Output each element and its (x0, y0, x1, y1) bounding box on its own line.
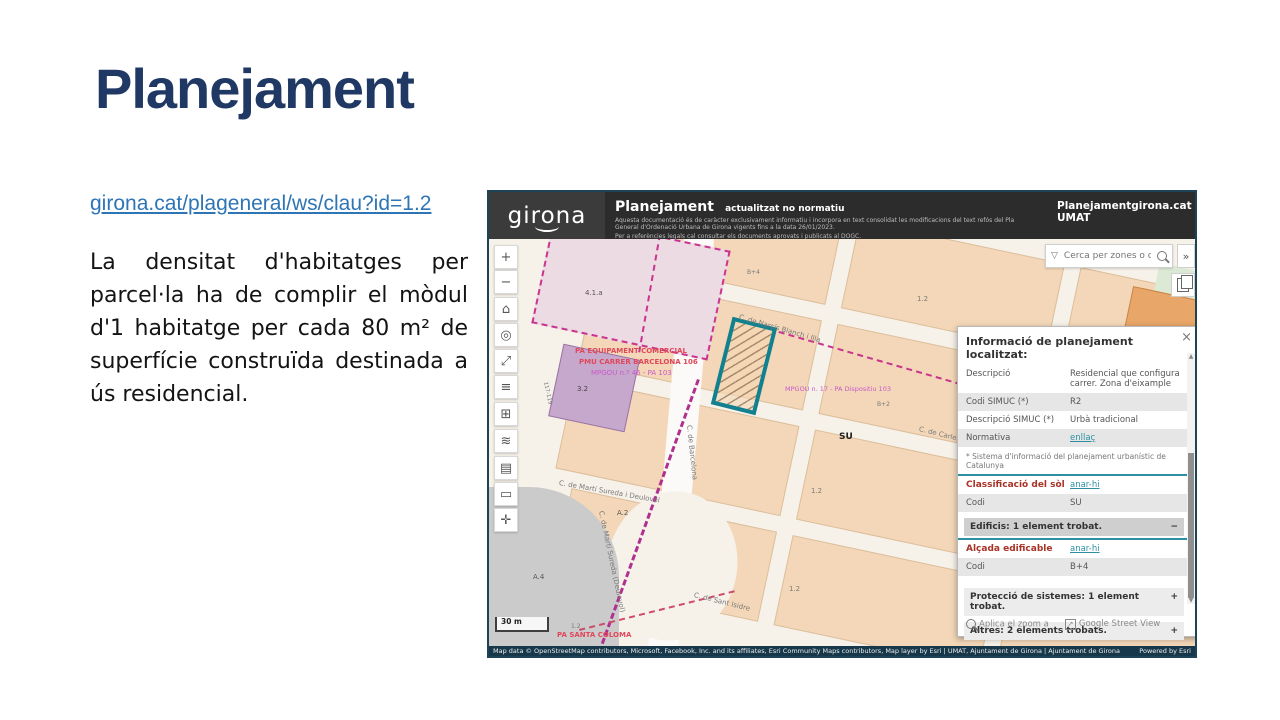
planning-annotation: MPGOU n. 17 - PA Dispositiu 103 (785, 385, 891, 393)
purple-parcel (548, 344, 640, 433)
page-title: Planejament (95, 56, 414, 121)
locate-button[interactable]: ◎ (494, 323, 518, 347)
full-extent-button[interactable]: ⤢ (494, 349, 518, 373)
zoom-out-button[interactable]: − (494, 270, 518, 294)
scroll-down-icon[interactable]: ▼ (1187, 597, 1195, 604)
zone-label-su: SU (839, 432, 853, 442)
print-button[interactable]: ▤ (494, 456, 518, 480)
search-icon[interactable] (1157, 251, 1167, 261)
planning-info-panel: Informació de planejament localitzat: × … (957, 326, 1195, 637)
expand-icon[interactable]: + (1170, 592, 1178, 612)
panel-row-classificacio: Classificació del sòl anar-hi (958, 474, 1195, 494)
zone-label: 4.1.a (585, 289, 603, 297)
header-link-planejament[interactable]: Planejament (1057, 200, 1131, 212)
map-canvas[interactable]: 4.1.a 3.2 A.2 A.4 SU 1.2 1.2 1.2 1.2 C. … (489, 239, 1195, 646)
zone-label: 1.2 (917, 295, 928, 303)
source-url-link[interactable]: girona.cat/plageneral/ws/clau?id=1.2 (90, 192, 431, 216)
panel-row-codi-sol: Codi SU (958, 494, 1195, 512)
attribution-text: Map data © OpenStreetMap contributors, M… (493, 647, 1120, 655)
disclaimer-line-1: Aquesta documentació és de caràcter excl… (615, 217, 1015, 231)
header-link-girona-cat[interactable]: girona.cat (1131, 200, 1191, 212)
scroll-up-icon[interactable]: ▲ (1187, 353, 1195, 360)
building-code-label: B+4 (747, 269, 760, 276)
girona-logo[interactable]: girona (489, 192, 605, 239)
zoom-to-icon (966, 619, 976, 629)
section-edificis[interactable]: Edificis: 1 element trobat. − (964, 518, 1184, 536)
panel-row-normativa: Normativa enllaç (958, 429, 1195, 447)
pan-button[interactable]: ✛ (494, 508, 518, 532)
map-app-screenshot: girona Planejament actualitzat no normat… (487, 190, 1197, 658)
section-proteccio[interactable]: Protecció de sistemes: 1 element trobat.… (964, 588, 1184, 616)
panel-footnote: * Sistema d'informació del planejament u… (958, 447, 1195, 474)
panel-title: Informació de planejament localitzat: (958, 327, 1195, 365)
zone-label: A.2 (617, 509, 628, 517)
panel-row-alcada: Alçada edificable anar-hi (958, 538, 1195, 558)
planning-annotation: PMU CARRER BARCELONA 106 (579, 358, 698, 366)
search-expand-button[interactable]: » (1177, 244, 1195, 268)
powered-by-esri: Powered by Esri (1139, 647, 1191, 655)
panel-row-descripcio: Descripció Residencial que configura car… (958, 365, 1195, 393)
planning-annotation: PA SANTA COLOMA (557, 631, 631, 639)
home-button[interactable]: ⌂ (494, 297, 518, 321)
collapse-icon[interactable]: − (1170, 522, 1178, 532)
panel-row-codi-alcada: Codi B+4 (958, 558, 1195, 576)
legend-button[interactable]: ≡ (494, 375, 518, 399)
anar-hi-link[interactable]: anar-hi (1070, 480, 1182, 490)
anar-hi-link[interactable]: anar-hi (1070, 544, 1182, 554)
app-subtitle: actualitzat no normatiu (725, 204, 844, 214)
search-input[interactable] (1062, 250, 1153, 262)
search-box: ▽ (1045, 244, 1173, 268)
panel-row-descripcio-simuc: Descripció SIMUC (*) Urbà tradicional (958, 411, 1195, 429)
zone-label: 1.2 (811, 487, 822, 495)
google-street-view-link[interactable]: ↗Google Street View (1065, 619, 1160, 630)
body-paragraph: La densitat d'habitatges per parcel·la h… (90, 246, 468, 411)
map-scale-bar: 30 m (495, 617, 549, 632)
search-filter-icon[interactable]: ▽ (1051, 251, 1058, 261)
app-title: Planejament (615, 199, 714, 215)
external-link-icon: ↗ (1065, 619, 1076, 630)
pages-icon (1177, 278, 1189, 292)
zone-label: A.4 (533, 573, 544, 581)
panel-row-codi-simuc: Codi SIMUC (*) R2 (958, 393, 1195, 411)
basemap-toggle-button[interactable] (1171, 273, 1195, 297)
planning-annotation: MPGOU n.º 46 - PA 103 (591, 369, 672, 377)
building-code-label: 117-119 (542, 381, 553, 405)
basemap-button[interactable]: ⊞ (494, 402, 518, 426)
panel-footer: Aplica el zoom a ↗Google Street View (958, 613, 1195, 636)
panel-scrollbar[interactable]: ▲ ▼ (1187, 353, 1195, 604)
zoom-in-button[interactable]: + (494, 245, 518, 269)
close-icon[interactable]: × (1181, 332, 1192, 344)
app-header: girona Planejament actualitzat no normat… (489, 192, 1195, 239)
map-attribution-bar: Map data © OpenStreetMap contributors, M… (489, 646, 1195, 656)
header-link-umat[interactable]: UMAT (1057, 212, 1090, 224)
pink-planning-zone (531, 239, 730, 360)
presentation-slide: Planejament girona.cat/plageneral/ws/cla… (0, 0, 1280, 720)
header-right-links: Planejament girona.cat UMAT (1057, 200, 1185, 224)
building-code-label: B+2 (877, 401, 890, 408)
zone-label: 3.2 (577, 385, 588, 393)
normativa-link[interactable]: enllaç (1070, 433, 1182, 443)
apply-zoom-link[interactable]: Aplica el zoom a (966, 619, 1049, 630)
zone-label: 1.2 (571, 623, 581, 630)
scrollbar-thumb[interactable] (1188, 453, 1194, 598)
measure-button[interactable]: ▭ (494, 482, 518, 506)
logo-smile-curve (535, 221, 559, 232)
layers-button[interactable]: ≋ (494, 429, 518, 453)
planning-annotation: PA EQUIPAMENT COMERCIAL (575, 347, 687, 355)
zone-label: 1.2 (789, 585, 800, 593)
